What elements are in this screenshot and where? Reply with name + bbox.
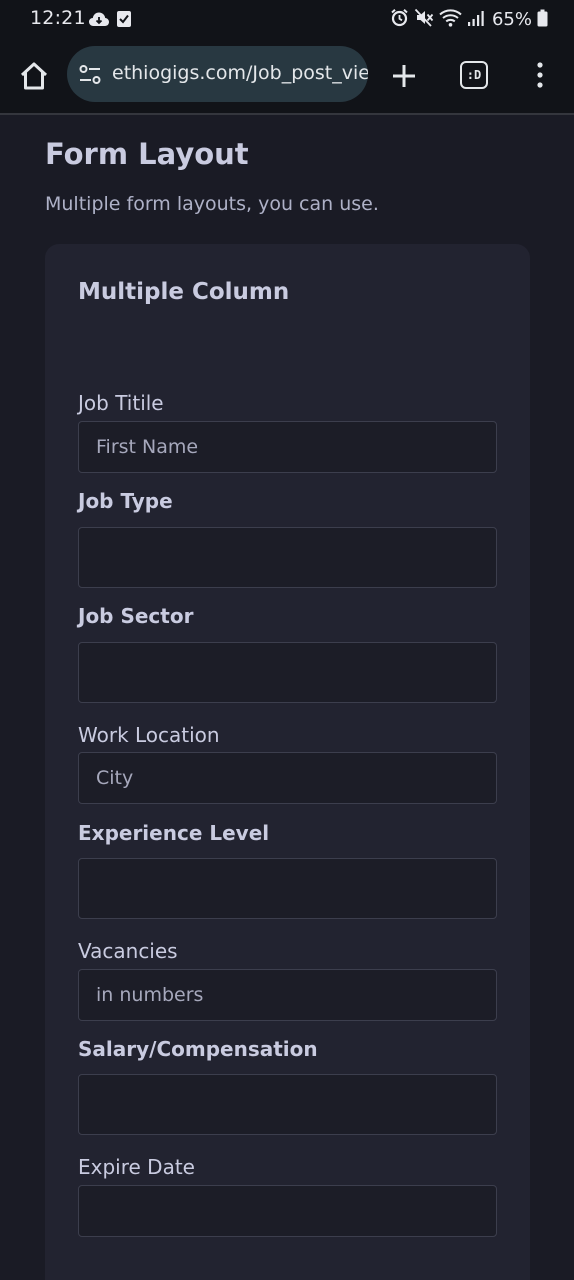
job-sector-select[interactable] — [78, 642, 497, 703]
page-subtitle: Multiple form layouts, you can use. — [45, 193, 379, 215]
card-title: Multiple Column — [78, 279, 290, 305]
browser-toolbar: ethiogigs.com/Job_post_vie :D — [0, 40, 574, 115]
vacancies-label: Vacancies — [78, 939, 178, 963]
expire-date-label: Expire Date — [78, 1155, 195, 1179]
work-location-label: Work Location — [78, 723, 220, 747]
cloud-icon — [88, 11, 110, 31]
status-left-icons — [88, 10, 132, 32]
tabs-icon[interactable]: :D — [460, 61, 488, 89]
page-content: Form Layout Multiple form layouts, you c… — [0, 115, 574, 1280]
menu-icon[interactable] — [532, 61, 548, 91]
page-title: Form Layout — [45, 137, 249, 171]
expire-date-input[interactable] — [78, 1185, 497, 1237]
experience-level-select[interactable] — [78, 858, 497, 919]
job-type-label: Job Type — [78, 489, 173, 513]
work-location-input[interactable] — [78, 752, 497, 804]
new-tab-icon[interactable] — [390, 62, 418, 90]
salary-label: Salary/Compensation — [78, 1037, 318, 1061]
status-bar: 12:21 65% — [0, 0, 574, 40]
experience-level-label: Experience Level — [78, 821, 270, 845]
address-bar[interactable]: ethiogigs.com/Job_post_vie — [67, 46, 368, 102]
status-right-icons: 65% — [390, 8, 548, 31]
battery-percent: 65% — [491, 9, 532, 30]
mute-icon — [414, 8, 434, 31]
home-icon[interactable] — [18, 60, 50, 92]
signal-icon — [467, 9, 485, 31]
job-sector-label: Job Sector — [78, 604, 194, 628]
alarm-icon — [390, 8, 409, 31]
checkbox-icon — [116, 10, 132, 32]
site-settings-icon[interactable] — [79, 64, 101, 86]
job-title-label: Job Titile — [78, 391, 164, 415]
battery-icon — [537, 9, 548, 31]
form-card: Multiple Column Job Titile Job Type Job … — [45, 244, 530, 1280]
wifi-icon — [439, 8, 462, 31]
salary-select[interactable] — [78, 1074, 497, 1135]
url-text[interactable]: ethiogigs.com/Job_post_vie — [112, 62, 368, 84]
job-type-select[interactable] — [78, 527, 497, 588]
job-title-input[interactable] — [78, 421, 497, 473]
status-time: 12:21 — [30, 7, 86, 29]
vacancies-input[interactable] — [78, 969, 497, 1021]
